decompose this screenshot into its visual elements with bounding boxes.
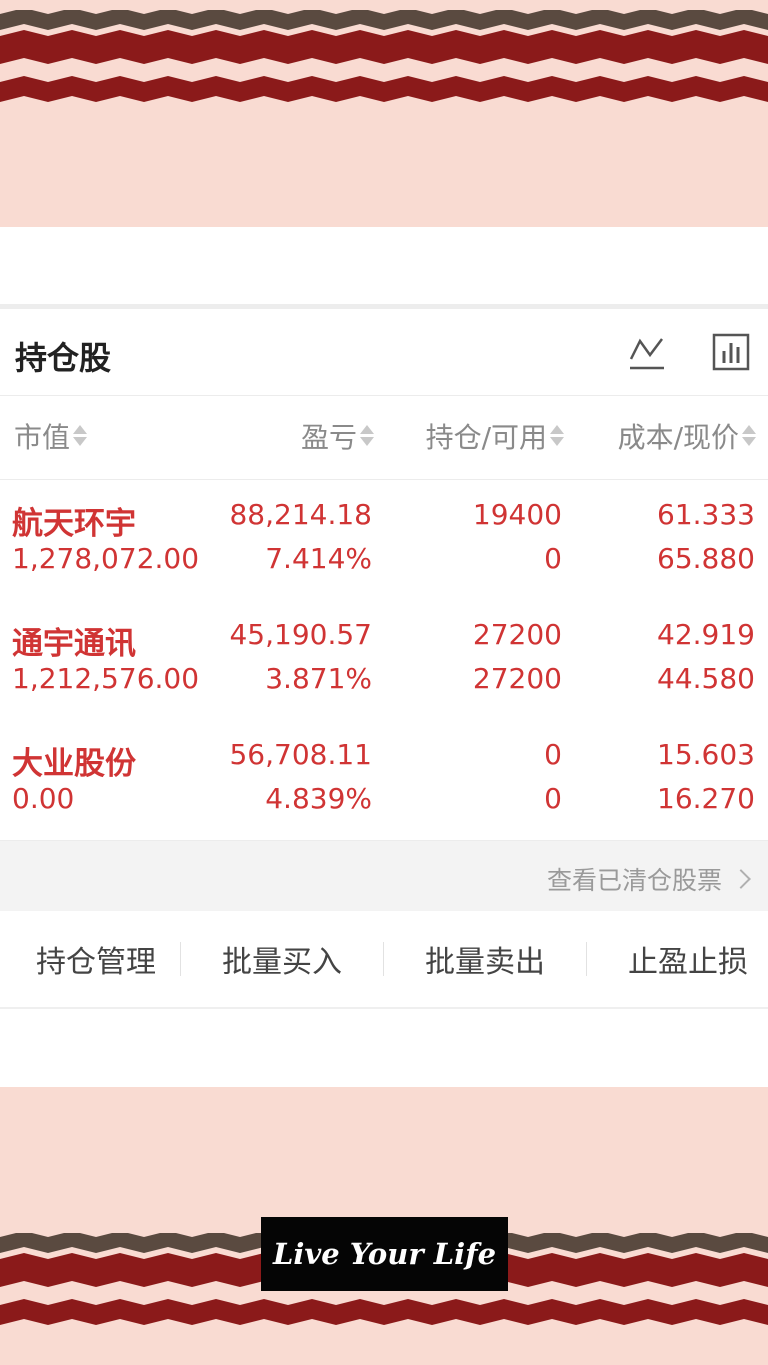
available-qty: 27200 [472, 662, 562, 695]
top-decorative-banner [0, 0, 768, 227]
cost-price: 42.919 [657, 618, 755, 651]
table-header: 市值 盈亏 持仓/可用 成本/现价 [0, 396, 768, 480]
take-profit-stop-loss-button[interactable]: 止盈止损 [592, 911, 768, 1007]
pnl-percent: 7.414% [265, 542, 372, 575]
chevron-right-icon [731, 869, 751, 889]
current-price: 44.580 [657, 662, 755, 695]
position-qty: 0 [544, 738, 562, 771]
column-label-cost-price: 成本/现价 [617, 421, 739, 454]
table-row[interactable]: 通宇通讯 1,212,576.00 45,190.57 3.871% 27200… [0, 600, 768, 721]
pnl-amount: 88,214.18 [229, 498, 372, 531]
action-bar: 持仓管理 批量买入 批量卖出 止盈止损 [0, 911, 768, 1009]
current-price: 65.880 [657, 542, 755, 575]
sort-pnl[interactable]: 盈亏 [301, 416, 374, 456]
available-qty: 0 [544, 782, 562, 815]
sort-icon [360, 422, 374, 450]
pnl-amount: 45,190.57 [229, 618, 372, 651]
sort-market-value[interactable]: 市值 [14, 416, 88, 456]
current-price: 16.270 [657, 782, 755, 815]
column-label-pnl: 盈亏 [300, 421, 357, 454]
sort-position[interactable]: 持仓/可用 [426, 416, 564, 456]
sort-icon [73, 422, 88, 450]
stock-name: 航天环宇 [12, 506, 136, 542]
spacer-top [0, 227, 768, 304]
cleared-stocks-label: 查看已清仓股票 [546, 866, 722, 895]
stock-name: 大业股份 [12, 746, 136, 782]
zigzag-stripes-top [0, 10, 768, 102]
stripe-red-1 [0, 30, 768, 64]
available-qty: 0 [544, 542, 562, 575]
sort-cost-price[interactable]: 成本/现价 [618, 416, 756, 456]
holdings-header: 持仓股 [0, 309, 768, 396]
sort-icon [742, 422, 756, 450]
cleared-stocks-bar: 查看已清仓股票 [0, 841, 768, 911]
position-qty: 19400 [472, 498, 562, 531]
position-management-button[interactable]: 持仓管理 [0, 911, 192, 1007]
market-value: 1,278,072.00 [12, 542, 200, 575]
divider [383, 942, 384, 976]
stripe-red-4 [0, 1299, 768, 1325]
market-value: 1,212,576.00 [12, 662, 200, 695]
stripe-red-2 [0, 76, 768, 102]
page-title: 持仓股 [15, 339, 112, 377]
divider [586, 942, 587, 976]
position-qty: 27200 [472, 618, 562, 651]
stripe-dark-1 [0, 10, 768, 30]
batch-buy-button[interactable]: 批量买入 [186, 911, 378, 1007]
bar-chart-icon[interactable] [712, 333, 750, 371]
line-chart-icon[interactable] [628, 333, 666, 371]
divider [180, 942, 181, 976]
slogan-logo: Live Your Life [261, 1217, 508, 1291]
table-row[interactable]: 大业股份 0.00 56,708.11 4.839% 0 0 15.603 16… [0, 720, 768, 841]
spacer-bottom [0, 1009, 768, 1087]
sort-icon [550, 422, 564, 450]
pnl-percent: 4.839% [265, 782, 372, 815]
pnl-amount: 56,708.11 [229, 738, 372, 771]
cost-price: 15.603 [657, 738, 755, 771]
market-value: 0.00 [12, 782, 75, 815]
batch-sell-button[interactable]: 批量卖出 [389, 911, 581, 1007]
cleared-stocks-link[interactable]: 查看已清仓股票 [546, 861, 751, 897]
column-label-market-value: 市值 [14, 421, 71, 454]
cost-price: 61.333 [657, 498, 755, 531]
column-label-position: 持仓/可用 [425, 421, 547, 454]
stock-name: 通宇通讯 [12, 626, 136, 662]
table-row[interactable]: 航天环宇 1,278,072.00 88,214.18 7.414% 19400… [0, 480, 768, 601]
pnl-percent: 3.871% [265, 662, 372, 695]
